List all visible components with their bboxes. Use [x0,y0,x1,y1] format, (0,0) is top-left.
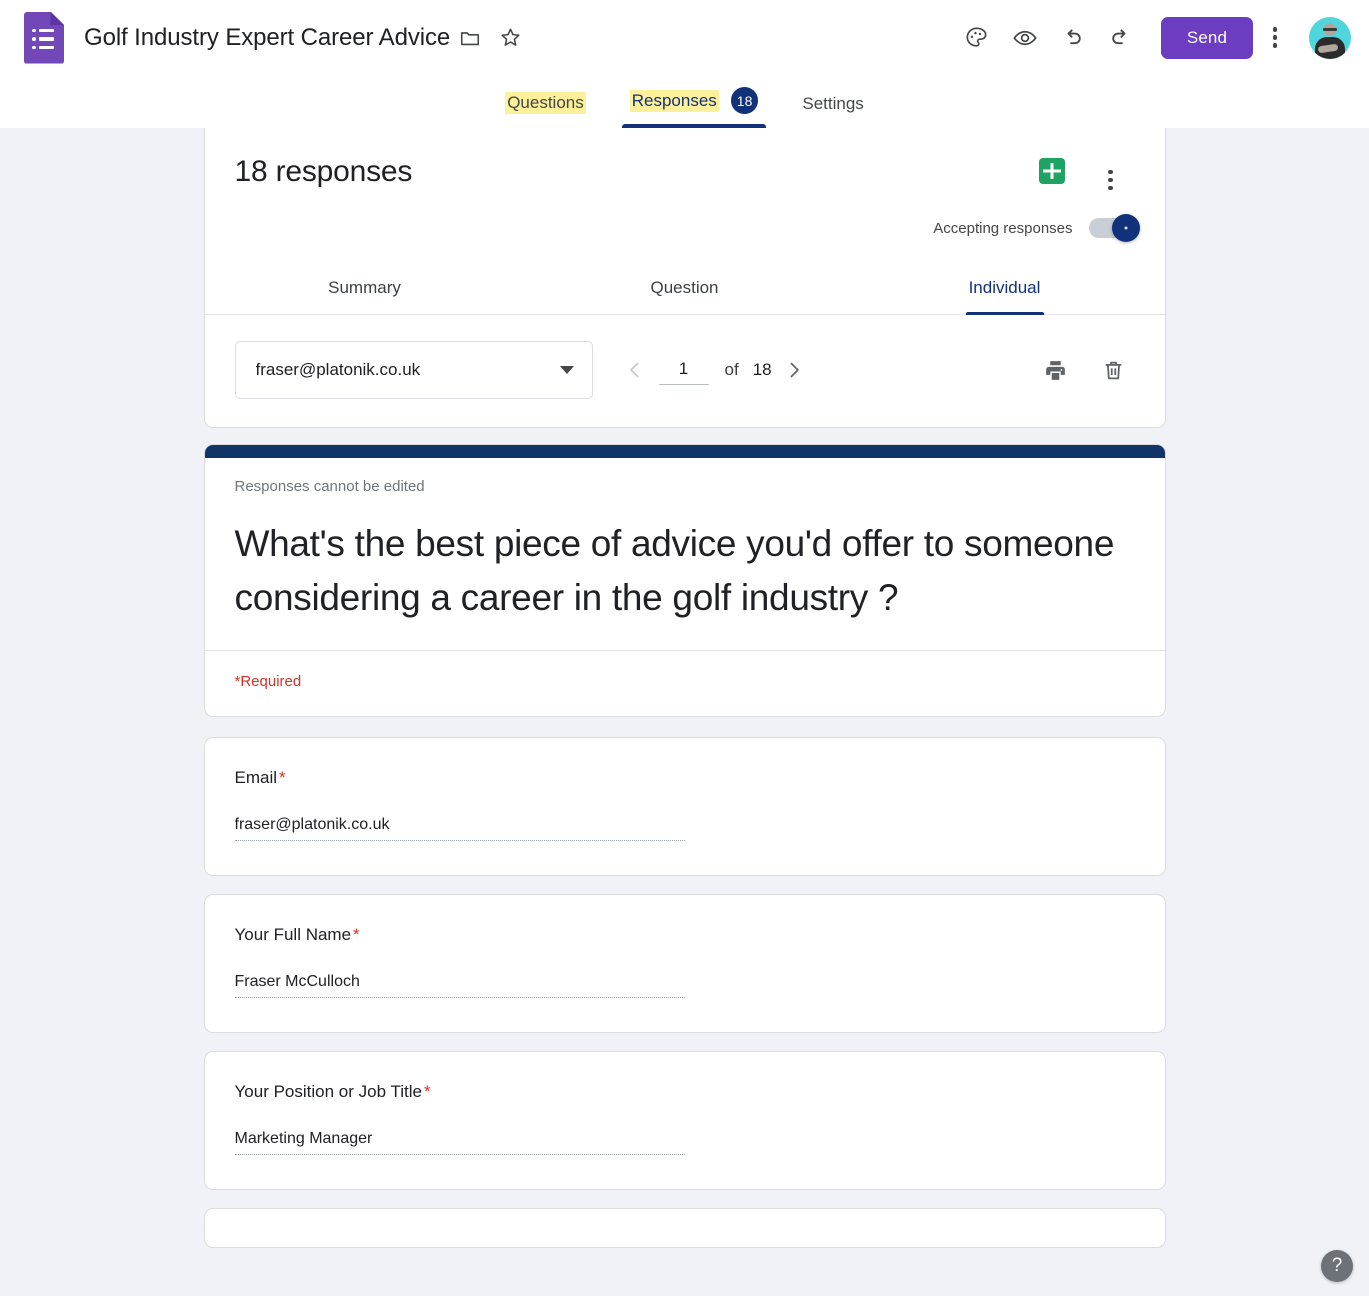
chevron-down-icon [559,366,574,374]
help-icon[interactable]: ? [1321,1250,1353,1282]
answer-label-job-title: Your Position or Job Title * [235,1082,1135,1102]
redo-icon[interactable] [1097,14,1145,62]
forms-logo-fold [50,11,64,26]
content-column: 18 responses Accepting responses Summary… [203,128,1166,1249]
answer-value-job-title: Marketing Manager [234,1130,685,1156]
respondent-nav-row: fraser@platonik.co.uk of 18 [205,315,1165,427]
answer-label-full-name-text: Your Full Name [234,925,352,945]
answer-card-full-name: Your Full Name * Fraser McCulloch [203,894,1166,1034]
responses-more-icon[interactable] [1087,156,1135,204]
responses-readonly-note: Responses cannot be edited [234,478,425,495]
respondent-select[interactable]: fraser@platonik.co.uk [234,341,593,399]
tab-questions-label: Questions [505,92,586,114]
send-button[interactable]: Send [1160,16,1253,59]
tab-responses-label: Responses [629,89,719,112]
tab-responses[interactable]: Responses 18 [608,87,781,128]
page-total-label: 18 [752,360,772,379]
question-header-accent-bar [204,445,1165,458]
document-title[interactable]: Golf Industry Expert Career Advice [84,24,450,52]
answer-card-next-partial [203,1208,1166,1249]
answer-value-full-name: Fraser McCulloch [234,973,685,999]
responses-heading: 18 responses [234,155,413,188]
folder-icon[interactable] [450,18,490,58]
tab-questions[interactable]: Questions [483,92,608,128]
answer-card-email: Email * fraser@platonik.co.uk [203,737,1166,877]
header-actions: Send [953,14,1351,62]
accepting-responses-row: Accepting responses [205,204,1165,242]
star-icon[interactable] [490,18,530,58]
google-sheets-icon[interactable] [1038,158,1065,184]
required-note: *Required [234,673,302,691]
form-question-title: What's the best piece of advice you'd of… [234,523,1115,618]
question-header-inner: Responses cannot be edited What's the be… [205,458,1165,650]
accepting-responses-toggle[interactable] [1088,214,1140,242]
answer-label-full-name: Your Full Name * [235,925,1135,945]
forms-logo-lines [32,28,54,49]
answer-label-email-text: Email [234,768,278,788]
required-star: * [353,925,360,945]
answer-value-email: fraser@platonik.co.uk [234,816,685,842]
accepting-responses-label: Accepting responses [933,219,1073,237]
subtab-summary[interactable]: Summary [205,264,525,314]
responses-count-badge: 18 [730,87,759,114]
required-star: * [279,768,286,788]
avatar-glasses [1323,27,1337,31]
previous-response-button[interactable] [613,348,657,392]
app-header: Golf Industry Expert Career Advice Send [0,0,1369,75]
palette-icon[interactable] [953,14,1001,62]
page-number-input[interactable] [658,355,709,385]
subtab-question[interactable]: Question [525,264,845,314]
response-view-tabs: Summary Question Individual [204,264,1165,315]
main-tabs: Questions Responses 18 Settings [0,75,1369,128]
print-icon[interactable] [1033,347,1079,393]
avatar[interactable] [1309,16,1351,59]
responses-card-header: 18 responses [205,128,1165,204]
more-vert-icon[interactable] [1253,14,1297,62]
question-header-card: Responses cannot be edited What's the be… [203,444,1166,718]
page-of-label: of [724,360,739,379]
subtab-individual[interactable]: Individual [845,264,1165,314]
response-pager: of 18 [613,348,816,392]
eye-icon[interactable] [1001,14,1049,62]
toggle-knob [1111,214,1140,242]
responses-summary-card: 18 responses Accepting responses Summary… [203,128,1166,428]
google-forms-icon[interactable] [24,11,64,64]
answer-card-job-title: Your Position or Job Title * Marketing Ma… [203,1051,1166,1191]
required-star: * [423,1082,431,1102]
undo-icon[interactable] [1049,14,1097,62]
answer-label-job-title-text: Your Position or Job Title [234,1082,422,1102]
page-body: 18 responses Accepting responses Summary… [0,128,1369,1296]
respondent-select-value: fraser@platonik.co.uk [255,360,421,379]
tab-settings[interactable]: Settings [780,94,885,128]
tab-settings-label: Settings [802,94,864,113]
trash-icon[interactable] [1091,347,1137,393]
answer-label-email: Email * [235,768,1135,788]
next-response-button[interactable] [772,348,816,392]
